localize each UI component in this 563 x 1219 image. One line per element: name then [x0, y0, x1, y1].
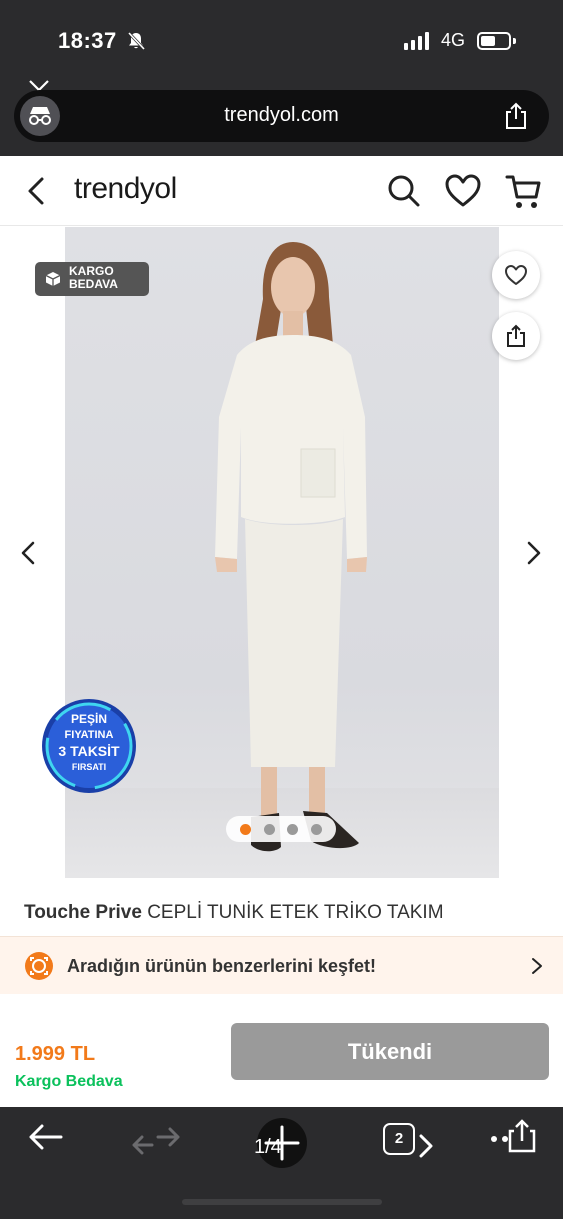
- back-chevron-icon[interactable]: [26, 176, 46, 206]
- badge-line2: BEDAVA: [69, 277, 118, 291]
- heart-icon: [505, 265, 527, 285]
- share-icon[interactable]: [503, 102, 529, 130]
- promo-line4: FIRSATI: [72, 762, 106, 772]
- shipping-label: Kargo Bedava: [15, 1073, 123, 1090]
- chevron-right-icon: [532, 958, 542, 974]
- pagination-dot[interactable]: [240, 823, 252, 835]
- network-type: 4G: [441, 30, 466, 50]
- chevron-left-icon[interactable]: [18, 540, 38, 566]
- pagination-dot[interactable]: [310, 823, 322, 835]
- site-header: trendyol: [0, 156, 563, 226]
- browser-chrome: 18:37 4G trendyol.com: [0, 0, 563, 156]
- product-title: Touche Prive CEPLİ TUNİK ETEK TRİKO TAKI…: [24, 902, 444, 924]
- product-brand[interactable]: Touche Prive: [24, 902, 142, 923]
- pagination-dot[interactable]: [263, 823, 275, 835]
- address-bar[interactable]: trendyol.com: [14, 90, 549, 142]
- similar-products-link[interactable]: Aradığın ürünün benzerlerini keşfet!: [0, 936, 563, 994]
- sold-out-button[interactable]: Tükendi: [231, 1023, 549, 1080]
- battery-cap: [513, 38, 516, 44]
- installment-promo-badge: PEŞİN FIYATINA 3 TAKSİT FIRSATI: [40, 697, 138, 800]
- cart-icon[interactable]: [505, 173, 543, 211]
- bell-slash-icon: [127, 31, 146, 51]
- promo-line3: 3 TAKSİT: [58, 743, 120, 759]
- share-button[interactable]: [492, 312, 540, 360]
- box-icon: [45, 272, 61, 286]
- back-arrow-icon[interactable]: [28, 1121, 64, 1153]
- heart-icon[interactable]: [444, 173, 482, 209]
- url-text[interactable]: trendyol.com: [14, 104, 549, 127]
- similar-products-text: Aradığın ürünün benzerlerini keşfet!: [67, 956, 377, 976]
- tabs-button[interactable]: 2: [383, 1123, 415, 1155]
- battery-icon: [477, 32, 511, 50]
- trendyol-logo[interactable]: trendyol: [74, 172, 177, 206]
- free-shipping-badge: KARGO BEDAVA: [35, 262, 149, 296]
- swap-arrows-icon[interactable]: [130, 1125, 182, 1161]
- pagination-dot[interactable]: [287, 823, 299, 835]
- chevron-right-icon[interactable]: [418, 1133, 434, 1159]
- chevron-right-icon[interactable]: [524, 540, 544, 566]
- signal-bars-icon: [404, 32, 429, 50]
- product-gallery[interactable]: KARGO BEDAVA PEŞİN FIYATINA 3 TAKSİT FIR…: [0, 227, 563, 878]
- price: 1.999 TL: [15, 1043, 96, 1065]
- search-icon[interactable]: [386, 173, 422, 209]
- home-indicator[interactable]: [182, 1199, 382, 1205]
- image-pagination[interactable]: [226, 816, 336, 842]
- product-name: CEPLİ TUNİK ETEK TRİKO TAKIM: [147, 902, 444, 923]
- more-share-icon[interactable]: [488, 1119, 540, 1155]
- promo-line2: FIYATINA: [65, 729, 114, 741]
- favorite-button[interactable]: [492, 251, 540, 299]
- status-time: 18:37: [58, 28, 117, 53]
- share-icon: [507, 324, 525, 347]
- similar-search-icon: [25, 952, 53, 980]
- promo-line1: PEŞİN: [71, 711, 107, 726]
- page-count: 1/4: [254, 1136, 282, 1158]
